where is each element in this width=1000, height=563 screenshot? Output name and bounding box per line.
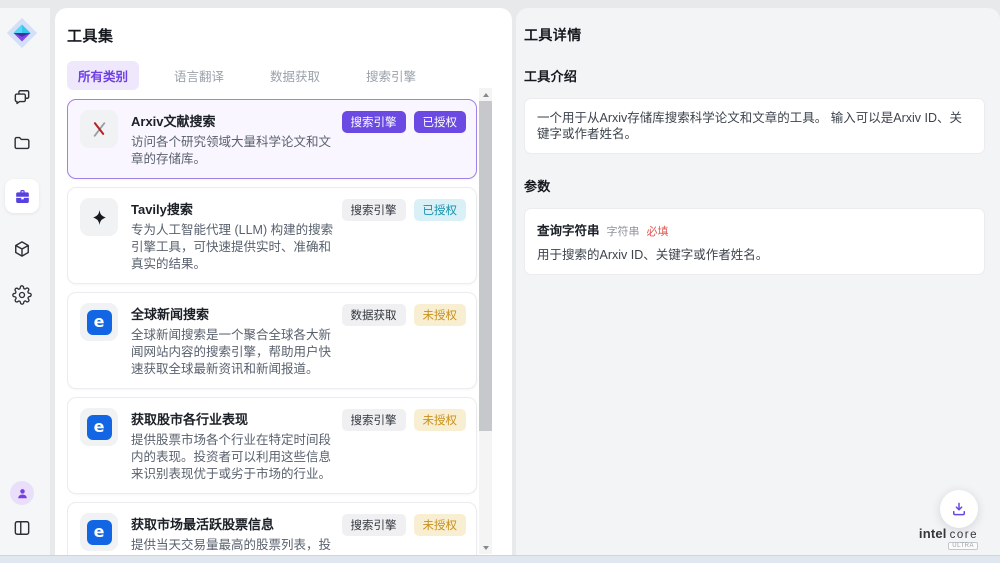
params-heading: 参数	[524, 176, 985, 195]
auth-status-badge: 未授权	[414, 409, 467, 431]
detail-panel: 工具详情 工具介绍 一个用于从Arxiv存储库搜索科学论文和文章的工具。 输入可…	[516, 8, 1000, 555]
tool-card[interactable]: Tavily搜索 专为人工智能代理 (LLM) 构建的搜索引擎工具，可快速提供实…	[67, 187, 477, 284]
param-list: 查询字符串 字符串 必填 用于搜索的Arxiv ID、关键字或作者姓名。	[537, 220, 972, 263]
tool-card[interactable]: e 获取股市各行业表现 提供股票市场各个行业在特定时间段内的表现。投资者可以利用…	[67, 397, 477, 494]
app-window: 工具集 所有类别语言翻译数据获取搜索引擎 Arxiv文献搜索 访问各个研究领域大…	[0, 0, 1000, 563]
brand-core-label: core	[950, 529, 978, 541]
brand-intel-label: intel	[919, 526, 947, 541]
tool-name: Tavily搜索	[131, 199, 342, 218]
category-badge: 搜索引擎	[342, 514, 406, 536]
scroll-up-icon[interactable]	[479, 88, 492, 101]
auth-status-badge: 已授权	[414, 199, 467, 221]
tool-name: Arxiv文献搜索	[131, 111, 342, 130]
tool-name: 获取股市各行业表现	[131, 409, 342, 428]
chat-icon[interactable]	[12, 87, 32, 107]
toolbox-icon[interactable]	[5, 179, 39, 213]
tool-description: 全球新闻搜索是一个聚合全球各大新闻网站内容的搜索引擎，帮助用户快速获取全球最新资…	[131, 327, 342, 378]
category-tab[interactable]: 搜索引擎	[355, 61, 427, 90]
download-button[interactable]	[940, 490, 978, 528]
category-badge: 搜索引擎	[342, 409, 406, 431]
diamond-logo	[5, 16, 39, 50]
sidebar	[0, 8, 50, 555]
juhe-stock-icon: e	[80, 408, 118, 446]
param-type: 字符串	[607, 223, 640, 239]
arxiv-logo-icon	[80, 110, 118, 148]
tool-list-viewport: Arxiv文献搜索 访问各个研究领域大量科学论文和文章的存储库。 搜索引擎 已授…	[67, 99, 500, 557]
intro-card: 一个用于从Arxiv存储库搜索科学论文和文章的工具。 输入可以是Arxiv ID…	[524, 98, 985, 154]
category-tab[interactable]: 数据获取	[259, 61, 331, 90]
toolset-title: 工具集	[67, 25, 500, 46]
tool-description: 提供当天交易量最高的股票列表，投资者可以利用这些信息来识别流动性强的股票和潜在的…	[131, 537, 342, 557]
tool-name: 获取市场最活跃股票信息	[131, 514, 342, 533]
category-tabs: 所有类别语言翻译数据获取搜索引擎	[67, 61, 500, 90]
user-avatar-icon[interactable]	[10, 481, 34, 505]
tool-list: Arxiv文献搜索 访问各个研究领域大量科学论文和文章的存储库。 搜索引擎 已授…	[67, 99, 477, 557]
tool-card[interactable]: e 全球新闻搜索 全球新闻搜索是一个聚合全球各大新闻网站内容的搜索引擎，帮助用户…	[67, 292, 477, 389]
tool-card[interactable]: Arxiv文献搜索 访问各个研究领域大量科学论文和文章的存储库。 搜索引擎 已授…	[67, 99, 477, 179]
auth-status-badge: 未授权	[414, 514, 467, 536]
params-card: 查询字符串 字符串 必填 用于搜索的Arxiv ID、关键字或作者姓名。	[524, 208, 985, 275]
category-badge: 搜索引擎	[342, 111, 406, 133]
param-description: 用于搜索的Arxiv ID、关键字或作者姓名。	[537, 247, 972, 263]
intel-core-logo: intel core ULTRA	[919, 526, 978, 550]
auth-status-badge: 已授权	[414, 111, 467, 133]
sidebar-nav	[0, 87, 44, 305]
gear-icon[interactable]	[12, 285, 32, 305]
intro-heading: 工具介绍	[524, 66, 985, 85]
intro-text: 一个用于从Arxiv存储库搜索科学论文和文章的工具。 输入可以是Arxiv ID…	[537, 110, 972, 142]
layout-panels-icon[interactable]	[12, 518, 32, 538]
category-badge: 搜索引擎	[342, 199, 406, 221]
tool-description: 提供股票市场各个行业在特定时间段内的表现。投资者可以利用这些信息来识别表现优于或…	[131, 432, 342, 483]
auth-status-badge: 未授权	[414, 304, 467, 326]
detail-title: 工具详情	[524, 25, 985, 45]
tavily-star-icon	[80, 198, 118, 236]
list-scrollbar[interactable]	[479, 88, 492, 554]
scroll-down-icon[interactable]	[479, 541, 492, 554]
download-icon	[950, 500, 968, 518]
brand-ultra-badge: ULTRA	[948, 542, 978, 550]
bottom-strip	[0, 555, 1000, 563]
category-tab[interactable]: 所有类别	[67, 61, 139, 90]
scrollbar-thumb[interactable]	[479, 101, 492, 431]
category-badge: 数据获取	[342, 304, 406, 326]
tool-description: 专为人工智能代理 (LLM) 构建的搜索引擎工具，可快速提供实时、准确和真实的结…	[131, 222, 342, 273]
tool-name: 全球新闻搜索	[131, 304, 342, 323]
juhe-stock-icon: e	[80, 513, 118, 551]
param-required-flag: 必填	[647, 223, 669, 239]
folder-icon[interactable]	[12, 133, 32, 153]
param-item: 查询字符串 字符串 必填 用于搜索的Arxiv ID、关键字或作者姓名。	[537, 220, 972, 263]
tool-card[interactable]: e 获取市场最活跃股票信息 提供当天交易量最高的股票列表，投资者可以利用这些信息…	[67, 502, 477, 557]
toolset-panel: 工具集 所有类别语言翻译数据获取搜索引擎 Arxiv文献搜索 访问各个研究领域大…	[55, 8, 512, 555]
tool-description: 访问各个研究领域大量科学论文和文章的存储库。	[131, 134, 342, 168]
juhe-news-icon: e	[80, 303, 118, 341]
param-name: 查询字符串	[537, 220, 600, 239]
cube-icon[interactable]	[12, 239, 32, 259]
category-tab[interactable]: 语言翻译	[163, 61, 235, 90]
